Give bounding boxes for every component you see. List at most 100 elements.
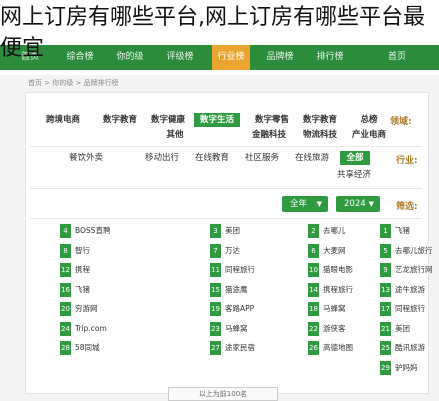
rank-number: 15 [210, 282, 221, 297]
rank-number: 26 [308, 341, 319, 355]
domain-tag-7[interactable]: 物流科技 [300, 128, 340, 142]
ranking-item[interactable]: 3 美团 [210, 224, 270, 238]
brand-name: 携程旅行 [323, 284, 353, 294]
domain-tag-2[interactable]: 数字零售 [252, 113, 292, 127]
rank-number: 12 [60, 263, 71, 277]
ranking-item[interactable]: 20 穷游网 [60, 302, 140, 316]
brand-name: Trip.com [75, 323, 107, 333]
divider [30, 218, 422, 219]
rank-number: 25 [380, 341, 391, 355]
rank-number: 7 [210, 243, 221, 258]
ranking-item[interactable]: 21 美团 [380, 321, 426, 336]
ranking-item[interactable]: 15 猫途鹰 [210, 282, 270, 297]
domain-tag-0[interactable]: 总榜 [356, 113, 382, 127]
brand-name: 猫途鹰 [225, 284, 248, 294]
domain-tag-9[interactable]: 其他 [160, 128, 190, 142]
ranking-item[interactable]: 17 同程旅行 [380, 302, 426, 316]
ranking-item[interactable]: 10 猫眼电影 [308, 263, 368, 277]
ranking-item[interactable]: 22 游侠客 [308, 321, 368, 336]
ranking-item[interactable]: 2 去哪儿 [308, 224, 368, 238]
ranking-item[interactable]: 14 携程旅行 [308, 282, 368, 297]
ranking-item[interactable]: 29 驴妈妈 [380, 360, 426, 375]
domain-tag-4[interactable]: 数字教育 [100, 113, 140, 127]
ranking-item[interactable]: 19 客路APP [210, 302, 270, 316]
divider [30, 188, 422, 189]
rank-number: 17 [380, 302, 391, 316]
brand-name: 同程旅行 [225, 265, 255, 274]
brand-name: 飞猪 [395, 226, 410, 235]
ranking-item[interactable]: 26 高德地图 [308, 341, 368, 355]
rank-number: 5 [380, 243, 391, 258]
rank-number: 6 [308, 243, 319, 258]
rank-number: 8 [60, 243, 71, 258]
rank-number: 13 [380, 282, 391, 297]
domain-tag-3[interactable]: 数字健康 [148, 113, 188, 127]
page-title: 网上订房有哪些平台,网上订房有哪些平台最便宜 [0, 5, 425, 61]
industry-tag-5[interactable]: 餐饮外卖 [64, 151, 108, 165]
brand-name: 去哪儿 [323, 226, 346, 235]
domain-tag-5[interactable]: 跨境电商 [40, 113, 86, 127]
industry-tag-4[interactable]: 移动出行 [140, 151, 184, 165]
rank-number: 19 [210, 302, 221, 316]
rank-number: 23 [210, 321, 221, 336]
brand-name: BOSS直聘 [75, 226, 111, 235]
rank-number: 27 [210, 341, 221, 355]
ranking-item[interactable]: 11 同程旅行 [210, 263, 270, 277]
rank-number: 16 [60, 282, 71, 297]
rank-number: 3 [210, 224, 221, 238]
brand-name: 智行 [75, 245, 90, 255]
select-label: 筛选: [396, 202, 418, 212]
ranking-item[interactable]: 28 58同城 [60, 341, 140, 355]
ranking-item[interactable]: 5 去哪儿旅行 [380, 243, 433, 258]
rank-number: 29 [380, 360, 391, 375]
rank-number: 1 [380, 224, 391, 238]
ranking-item[interactable]: 23 马蜂窝 [210, 321, 270, 336]
ranking-item[interactable]: 24 Trip.com [60, 321, 140, 336]
brand-name: 大麦网 [323, 245, 346, 255]
rank-number: 18 [308, 302, 319, 316]
brand-name: 同程旅行 [395, 304, 425, 313]
industry-tag-6[interactable]: 共享经济 [330, 168, 378, 182]
year-select[interactable]: 2024 ▼ [336, 196, 380, 212]
brand-name: 驴妈妈 [395, 362, 418, 372]
ranking-item[interactable]: 27 途家民宿 [210, 341, 270, 355]
brand-name: 马蜂窝 [225, 323, 248, 333]
rank-number: 24 [60, 321, 71, 336]
industry-tag-1[interactable]: 在线旅游 [290, 151, 334, 165]
domain-tag-8[interactable]: 金融科技 [246, 128, 292, 142]
ranking-item[interactable]: 8 智行 [60, 243, 140, 258]
brand-name: 穷游网 [75, 304, 98, 313]
brand-name: 美团 [395, 323, 410, 333]
brand-name: 酷讯旅游 [395, 343, 425, 352]
brand-name: 猫眼电影 [323, 265, 353, 274]
ranking-item[interactable]: 12 携程 [60, 263, 140, 277]
domain-label: 领域: [390, 117, 412, 127]
industry-tag-3[interactable]: 在线教育 [190, 151, 234, 165]
ranking-item[interactable]: 13 途牛旅游 [380, 282, 426, 297]
domain-tag-1[interactable]: 数字教育 [300, 113, 340, 127]
rank-number: 11 [210, 263, 221, 277]
ranking-item[interactable]: 7 万达 [210, 243, 270, 258]
ranking-item[interactable]: 4 BOSS直聘 [60, 224, 140, 238]
brand-name: 途牛旅游 [395, 284, 425, 294]
domain-tag-active[interactable]: 数字生活 [194, 113, 240, 127]
chevron-down-icon: ▼ [316, 200, 322, 208]
brand-name: 飞猪 [75, 284, 90, 294]
ranking-item[interactable]: 25 酷讯旅游 [380, 341, 426, 355]
ranking-item[interactable]: 18 马蜂窝 [308, 302, 368, 316]
brand-name: 美团 [225, 226, 240, 235]
season-select[interactable]: 全年 ▼ [282, 196, 328, 212]
brand-name: 艺龙旅行网 [395, 265, 433, 274]
rank-number: 9 [380, 263, 391, 277]
ranking-item[interactable]: 1 飞猪 [380, 224, 426, 238]
rank-number: 14 [308, 282, 319, 297]
domain-tag-6[interactable]: 产业电商 [346, 128, 392, 142]
industry-tag-active[interactable]: 全部 [340, 151, 370, 165]
brand-name: 游侠客 [323, 323, 346, 333]
more-button[interactable]: 以上为前100名 [168, 387, 278, 401]
ranking-item[interactable]: 9 艺龙旅行网 [380, 263, 433, 277]
ranking-item[interactable]: 6 大麦网 [308, 243, 368, 258]
ranking-item[interactable]: 16 飞猪 [60, 282, 140, 297]
brand-name: 58同城 [75, 343, 100, 352]
industry-tag-2[interactable]: 社区服务 [240, 151, 284, 165]
